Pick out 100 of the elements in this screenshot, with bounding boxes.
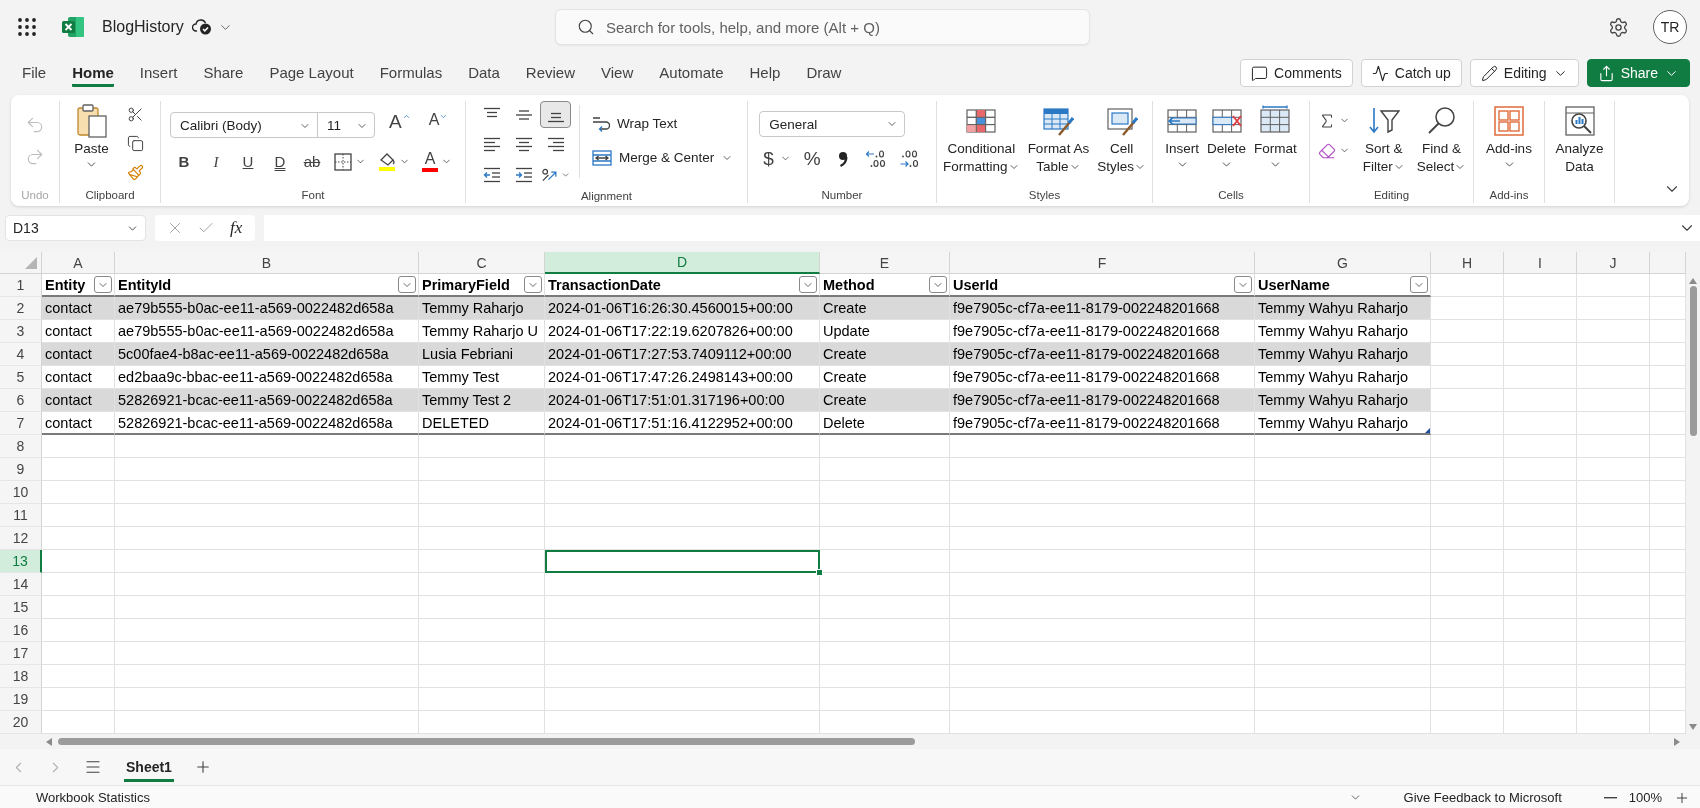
column-header[interactable]: J — [1577, 252, 1650, 274]
row-header[interactable]: 17 — [0, 642, 42, 665]
number-format-dropdown[interactable]: General — [759, 111, 906, 137]
filter-button[interactable] — [94, 276, 112, 293]
column-header[interactable]: H — [1431, 252, 1504, 274]
row-header[interactable]: 8 — [0, 435, 42, 458]
font-size-dropdown[interactable]: 11 — [318, 112, 374, 137]
scroll-right-arrow-icon[interactable] — [1674, 737, 1680, 746]
scroll-thumb[interactable] — [58, 738, 915, 745]
wrap-text-button[interactable]: Wrap Text — [588, 110, 682, 137]
ribbon-tab[interactable]: Automate — [659, 59, 724, 87]
file-name[interactable]: BlogHistory — [102, 18, 184, 36]
add-ins-button[interactable]: Add-ins — [1483, 101, 1535, 171]
filter-button[interactable] — [524, 276, 542, 293]
editing-button[interactable]: Editing — [1469, 59, 1579, 87]
row-header[interactable]: 4 — [0, 343, 42, 366]
ribbon-tab[interactable]: Formulas — [379, 59, 443, 87]
minus-icon[interactable] — [1603, 796, 1617, 799]
row-header[interactable]: 3 — [0, 320, 42, 343]
row-header[interactable]: 5 — [0, 366, 42, 389]
double-underline-button[interactable]: D — [266, 148, 294, 175]
cell-styles-button[interactable]: Cell Styles — [1094, 101, 1149, 176]
workbook-statistics-button[interactable]: Workbook Statistics — [36, 790, 150, 805]
bold-button[interactable]: B — [170, 148, 198, 175]
font-name-dropdown[interactable]: Calibri (Body) — [171, 112, 318, 137]
scroll-up-arrow-icon[interactable] — [1689, 278, 1697, 284]
spreadsheet-logo-icon[interactable] — [62, 16, 84, 38]
column-header[interactable]: A — [42, 252, 115, 274]
row-header[interactable]: 18 — [0, 665, 42, 688]
comments-button[interactable]: Comments — [1240, 59, 1353, 87]
font-color-button[interactable]: A — [418, 148, 456, 175]
find-select-button[interactable]: Find & Select — [1413, 101, 1470, 176]
merge-center-button[interactable]: Merge & Center — [588, 144, 738, 171]
column-header[interactable]: C — [419, 252, 545, 274]
delete-button[interactable]: Delete — [1204, 101, 1249, 171]
row-header[interactable]: 13 — [0, 550, 42, 573]
scroll-down-arrow-icon[interactable] — [1689, 724, 1697, 730]
avatar[interactable]: TR — [1653, 10, 1687, 44]
ribbon-tab[interactable]: Page Layout — [269, 59, 354, 87]
cloud-check-icon[interactable] — [191, 19, 212, 35]
filter-button[interactable] — [1234, 276, 1252, 293]
row-header[interactable]: 1 — [0, 274, 42, 297]
column-header[interactable]: G — [1255, 252, 1431, 274]
column-header[interactable]: F — [950, 252, 1255, 274]
share-button[interactable]: Share — [1586, 59, 1690, 87]
ribbon-tab[interactable]: Help — [749, 59, 781, 87]
row-header[interactable]: 15 — [0, 596, 42, 619]
selected-cell[interactable] — [545, 550, 820, 573]
filter-button[interactable] — [929, 276, 947, 293]
catch-up-button[interactable]: Catch up — [1360, 59, 1462, 87]
currency-button[interactable]: $ — [759, 145, 795, 172]
zoom-level[interactable]: 100% — [1628, 790, 1662, 805]
italic-button[interactable]: I — [202, 148, 230, 175]
row-header[interactable]: 9 — [0, 458, 42, 481]
grow-font-button[interactable]: A — [385, 111, 415, 138]
filter-button[interactable] — [799, 276, 817, 293]
row-header[interactable]: 7 — [0, 412, 42, 435]
row-header[interactable]: 10 — [0, 481, 42, 504]
sheet-tab[interactable]: Sheet1 — [124, 752, 174, 782]
shrink-font-button[interactable]: A — [424, 111, 453, 138]
column-header[interactable]: D — [545, 252, 820, 274]
format-as-table-button[interactable]: Format As Table — [1024, 101, 1093, 176]
filter-button[interactable] — [398, 276, 416, 293]
column-header[interactable]: E — [820, 252, 950, 274]
insert-button[interactable]: Insert — [1162, 101, 1202, 171]
strikethrough-button[interactable]: ab — [298, 148, 326, 175]
dots-grid-icon[interactable] — [18, 18, 36, 36]
row-header[interactable]: 2 — [0, 297, 42, 320]
row-header[interactable]: 19 — [0, 688, 42, 711]
fill-handle[interactable] — [816, 569, 823, 576]
paste-button[interactable]: Paste — [71, 101, 112, 171]
ribbon-tab[interactable]: File — [22, 59, 47, 87]
settings-icon[interactable] — [1608, 16, 1629, 38]
ribbon-tab[interactable]: Draw — [806, 59, 842, 87]
formula-input[interactable] — [264, 215, 1700, 241]
resize-handle-icon[interactable] — [1425, 428, 1430, 433]
conditional-formatting-button[interactable]: Conditional Formatting — [940, 101, 1023, 176]
row-header[interactable]: 6 — [0, 389, 42, 412]
search-field[interactable]: Search for tools, help, and more (Alt + Q) — [555, 9, 1090, 45]
ribbon-tab[interactable]: Home — [72, 59, 114, 87]
column-header[interactable]: I — [1504, 252, 1577, 274]
filter-button[interactable] — [1410, 276, 1428, 293]
scroll-thumb[interactable] — [1689, 286, 1697, 436]
ribbon-tab[interactable]: Review — [525, 59, 576, 87]
row-header[interactable]: 20 — [0, 711, 42, 734]
sort-filter-button[interactable]: Sort & Filter — [1359, 101, 1408, 176]
column-header[interactable]: B — [115, 252, 419, 274]
feedback-link[interactable]: Give Feedback to Microsoft — [1403, 790, 1562, 805]
percent-button[interactable]: % — [798, 145, 826, 172]
format-button[interactable]: Format — [1251, 101, 1300, 171]
insert-function-button[interactable]: fx — [228, 218, 245, 238]
ribbon-tab[interactable]: Insert — [139, 59, 178, 87]
analyze-data-button[interactable]: Analyze Data — [1552, 101, 1607, 176]
scroll-left-arrow-icon[interactable] — [46, 737, 52, 746]
row-header[interactable]: 11 — [0, 504, 42, 527]
align-bottom-button[interactable] — [540, 101, 571, 128]
ribbon-tab[interactable]: Data — [468, 59, 500, 87]
name-box[interactable]: D13 — [5, 215, 146, 241]
underline-button[interactable]: U — [234, 148, 262, 175]
select-all-button[interactable] — [0, 252, 42, 274]
